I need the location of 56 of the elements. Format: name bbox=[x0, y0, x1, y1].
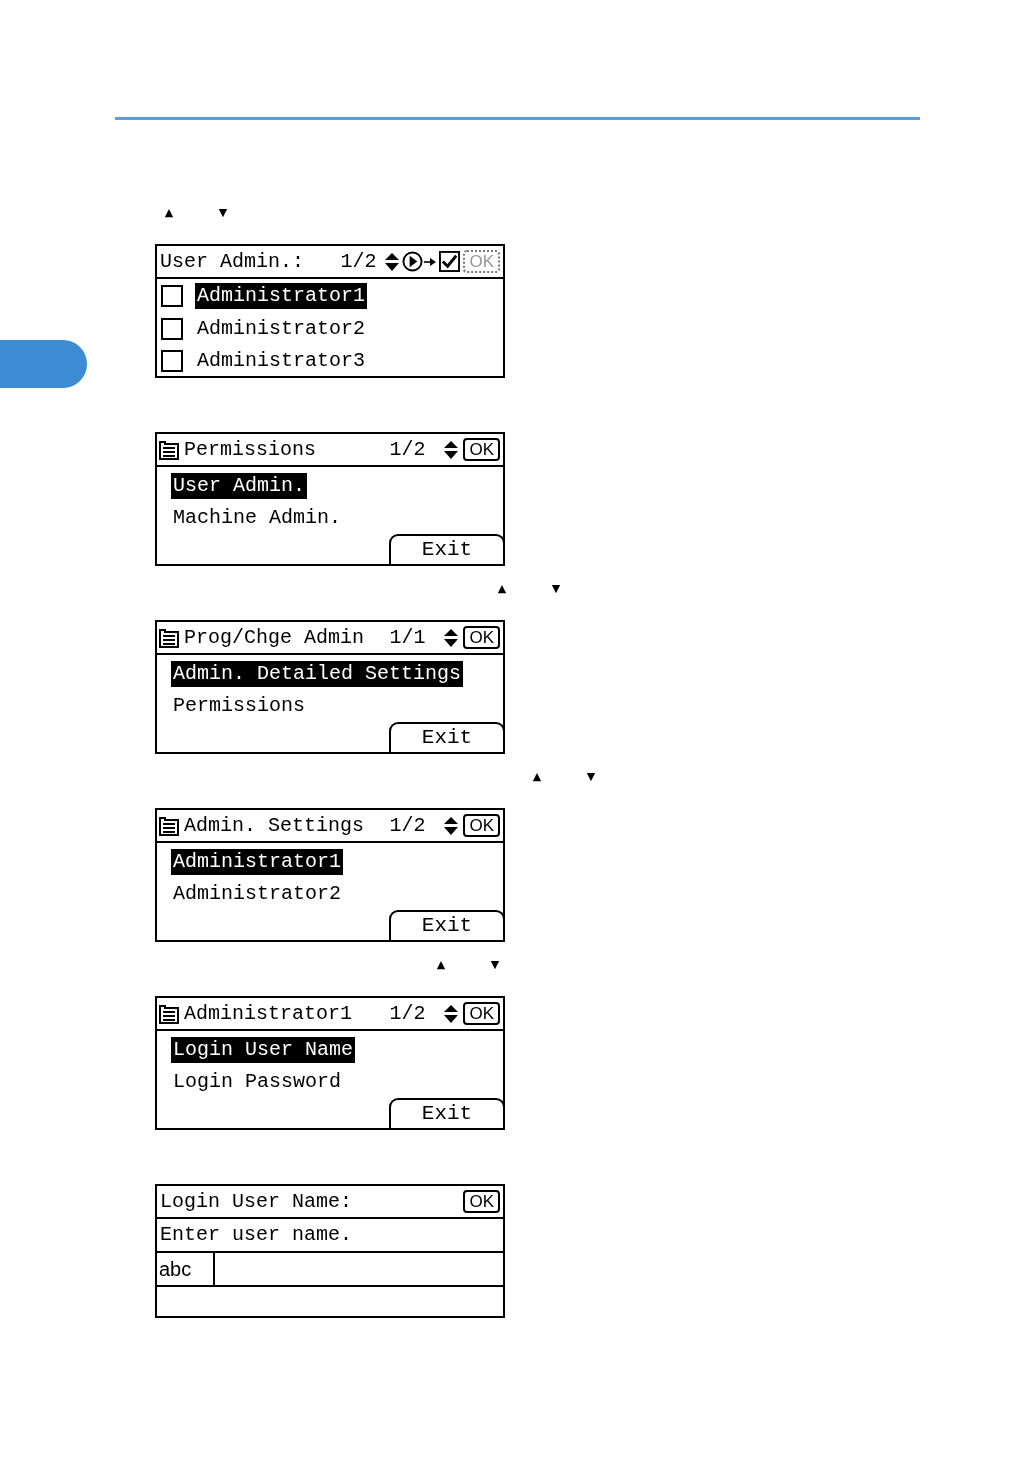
menu-item[interactable]: Permissions bbox=[171, 693, 308, 719]
checkbox[interactable] bbox=[161, 284, 183, 307]
exit-button[interactable]: Exit bbox=[389, 910, 505, 940]
menu-item[interactable]: Administrator2 bbox=[171, 881, 344, 907]
ok-button[interactable]: OK bbox=[463, 626, 500, 649]
input-mode-label: abc bbox=[157, 1253, 215, 1285]
screen-title: Login User Name: bbox=[159, 1189, 354, 1214]
right-arrow-icon bbox=[424, 256, 437, 267]
page-indicator: 1/2 bbox=[340, 249, 377, 274]
arrow-key-symbol: ▼ bbox=[489, 958, 501, 972]
screen-title: Administrator1 bbox=[184, 1001, 354, 1026]
arrow-key-symbol: ▲ bbox=[435, 958, 447, 972]
list-icon bbox=[158, 626, 180, 649]
menu-item[interactable]: Login User Name bbox=[171, 1037, 356, 1063]
menu-item[interactable]: Login Password bbox=[171, 1069, 344, 1095]
checked-box-icon bbox=[439, 251, 461, 272]
list-icon bbox=[158, 814, 180, 837]
exit-button[interactable]: Exit bbox=[389, 534, 505, 564]
ok-button[interactable]: OK bbox=[463, 1190, 500, 1213]
list-item[interactable]: Administrator2 bbox=[195, 315, 368, 342]
arrow-key-symbol: ▼ bbox=[585, 770, 597, 784]
menu-item[interactable]: Admin. Detailed Settings bbox=[171, 661, 464, 687]
up-down-arrows-icon bbox=[384, 251, 401, 272]
arrow-key-symbol: ▼ bbox=[217, 206, 229, 220]
up-down-arrows-icon bbox=[443, 815, 460, 836]
list-item[interactable]: Administrator1 bbox=[195, 282, 368, 309]
up-down-arrows-icon bbox=[443, 439, 460, 460]
checkbox[interactable] bbox=[161, 317, 183, 340]
screen-title: Prog/Chge Admin bbox=[184, 625, 366, 650]
list-icon bbox=[158, 438, 180, 461]
page-indicator: 1/2 bbox=[389, 813, 426, 838]
list-item[interactable]: Administrator3 bbox=[195, 347, 368, 374]
page-indicator: 1/2 bbox=[389, 437, 426, 462]
ok-button[interactable]: OK bbox=[463, 1002, 500, 1025]
menu-item[interactable]: Machine Admin. bbox=[171, 505, 344, 531]
menu-item[interactable]: Administrator1 bbox=[171, 849, 344, 875]
screen-title: User Admin.: bbox=[159, 249, 306, 274]
page-indicator: 1/2 bbox=[389, 1001, 426, 1026]
up-down-arrows-icon bbox=[443, 627, 460, 648]
page-indicator: 1/1 bbox=[389, 625, 426, 650]
prompt-message: Enter user name. bbox=[159, 1223, 353, 1247]
arrow-key-symbol: ▲ bbox=[496, 582, 508, 596]
play-circle-icon bbox=[402, 251, 424, 272]
exit-button[interactable]: Exit bbox=[389, 1098, 505, 1128]
checkbox[interactable] bbox=[161, 349, 183, 372]
arrow-key-symbol: ▲ bbox=[163, 206, 175, 220]
list-icon bbox=[158, 1002, 180, 1025]
arrow-key-symbol: ▲ bbox=[531, 770, 543, 784]
screen-title: Permissions bbox=[184, 437, 318, 462]
ok-button[interactable]: OK bbox=[463, 438, 500, 461]
menu-item[interactable]: User Admin. bbox=[171, 473, 308, 499]
ok-button[interactable]: OK bbox=[463, 814, 500, 837]
screen-title: Admin. Settings bbox=[184, 813, 366, 838]
exit-button[interactable]: Exit bbox=[389, 722, 505, 752]
arrow-key-symbol: ▼ bbox=[550, 582, 562, 596]
up-down-arrows-icon bbox=[443, 1003, 460, 1024]
